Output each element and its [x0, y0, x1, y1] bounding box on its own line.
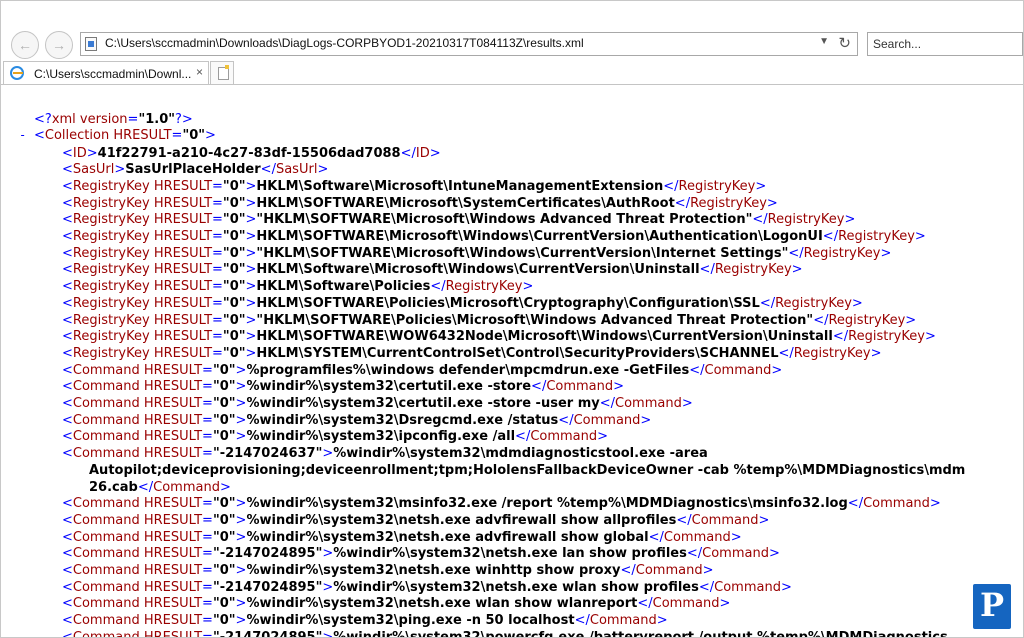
line-value: %windir%\system32\netsh.exe wlan show pr…	[333, 579, 699, 595]
tab-strip: C:\Users\sccmadmin\Downl... ×	[1, 61, 1023, 85]
xml-line: <RegistryKey HRESULT="0">HKLM\SOFTWARE\M…	[62, 195, 778, 211]
line-value: %windir%\system32\netsh.exe winhttp show…	[246, 563, 621, 578]
refresh-icon[interactable]: ↻	[838, 34, 851, 52]
line-value: HKLM\SOFTWARE\Policies\Microsoft\Cryptog…	[256, 295, 760, 311]
line-value: HKLM\SOFTWARE\WOW6432Node\Microsoft\Wind…	[256, 329, 833, 345]
line-value: HKLM\Software\Microsoft\IntuneManagement…	[256, 178, 664, 194]
line-value: "HKLM\SOFTWARE\Microsoft\Windows\Current…	[256, 245, 789, 261]
xml-line: <RegistryKey HRESULT="0">HKLM\Software\M…	[62, 178, 767, 194]
xml-line: <ID>41f22791-a210-4c27-83df-15506dad7088…	[62, 145, 441, 161]
line-value: %programfiles%\windows defender\mpcmdrun…	[246, 362, 690, 378]
xml-line: <RegistryKey HRESULT="0">"HKLM\SOFTWARE\…	[62, 245, 892, 261]
xml-line: <Command HRESULT="0">%windir%\system32\n…	[62, 529, 742, 545]
xml-line: <Command HRESULT="0">%windir%\system32\i…	[62, 429, 609, 445]
tab-results-xml[interactable]: C:\Users\sccmadmin\Downl... ×	[3, 61, 209, 85]
page-icon	[85, 37, 97, 51]
forward-button[interactable]: →	[45, 31, 73, 59]
line-value: %windir%\system32\ping.exe -n 50 localho…	[246, 613, 575, 629]
xml-line: <RegistryKey HRESULT="0">HKLM\SOFTWARE\M…	[62, 229, 926, 244]
line-value: Autopilot;deviceprovisioning;deviceenrol…	[89, 462, 966, 478]
xml-line: 26.cab</Command>	[89, 479, 231, 495]
line-value: HKLM\SOFTWARE\Microsoft\SystemCertificat…	[256, 195, 675, 211]
browser-window: ← → C:\Users\sccmadmin\Downloads\DiagLog…	[0, 0, 1024, 638]
xml-declaration: <?xml version="1.0"?>	[34, 112, 193, 127]
xml-line: <Command HRESULT="-2147024895">%windir%\…	[62, 546, 780, 562]
xml-line: <RegistryKey HRESULT="0">"HKLM\SOFTWARE\…	[62, 212, 856, 228]
line-value: %windir%\system32\mdmdiagnosticstool.exe…	[333, 446, 708, 462]
prajwal-logo-icon: P	[973, 584, 1011, 629]
xml-line: <Command HRESULT="0">%programfiles%\wind…	[62, 362, 783, 378]
line-value: 41f22791-a210-4c27-83df-15506dad7088	[97, 145, 401, 161]
xml-line: <RegistryKey HRESULT="0">HKLM\Software\M…	[62, 262, 803, 278]
line-value: %windir%\system32\ipconfig.exe /all	[246, 429, 516, 445]
xml-line: <RegistryKey HRESULT="0">HKLM\SYSTEM\Cur…	[62, 345, 882, 361]
back-button[interactable]: ←	[11, 31, 39, 59]
ie-icon	[10, 66, 24, 80]
navigation-bar: ← → C:\Users\sccmadmin\Downloads\DiagLog…	[1, 1, 1023, 61]
xml-viewer: <?xml version="1.0"?> - <Collection HRESUL…	[1, 85, 1023, 637]
line-value: SasUrlPlaceHolder	[125, 162, 261, 178]
collapse-toggle[interactable]: -	[19, 128, 26, 142]
xml-line: <Command HRESULT="0">%windir%\system32\n…	[62, 596, 731, 612]
line-value: %windir%\system32\netsh.exe wlan show wl…	[246, 596, 638, 612]
xml-line: <RegistryKey HRESULT="0">HKLM\SOFTWARE\P…	[62, 295, 863, 311]
xml-line: <RegistryKey HRESULT="0">HKLM\SOFTWARE\W…	[62, 329, 936, 345]
line-value: HKLM\Software\Policies	[256, 279, 431, 295]
xml-line: Autopilot;deviceprovisioning;deviceenrol…	[89, 463, 965, 480]
line-value: %windir%\system32\netsh.exe advfirewall …	[246, 529, 649, 545]
line-value: %windir%\system32\msinfo32.exe /report %…	[246, 496, 848, 512]
xml-line: <SasUrl>SasUrlPlaceHolder</SasUrl>	[62, 162, 329, 178]
line-value: %windir%\system32\netsh.exe lan show pro…	[333, 546, 687, 562]
line-value: %windir%\system32\netsh.exe advfirewall …	[246, 512, 677, 528]
address-bar[interactable]: C:\Users\sccmadmin\Downloads\DiagLogs-CO…	[80, 32, 858, 56]
back-arrow-icon: ←	[18, 37, 32, 53]
line-value: "HKLM\SOFTWARE\Policies\Microsoft\Window…	[256, 312, 814, 328]
xml-line: <Command HRESULT="0">%windir%\system32\n…	[62, 563, 714, 578]
xml-line: <RegistryKey HRESULT="0">"HKLM\SOFTWARE\…	[62, 312, 917, 328]
xml-line: <Command HRESULT="-2147024895">%windir%\…	[62, 630, 948, 637]
xml-line: <Command HRESULT="-2147024637">%windir%\…	[62, 446, 708, 462]
tab-title: C:\Users\sccmadmin\Downl...	[34, 67, 192, 81]
line-value: HKLM\SYSTEM\CurrentControlSet\Control\Se…	[256, 345, 779, 361]
xml-line: <Command HRESULT="0">%windir%\system32\c…	[62, 396, 693, 411]
line-value: "HKLM\SOFTWARE\Microsoft\Windows Advance…	[256, 212, 753, 228]
line-value: HKLM\SOFTWARE\Microsoft\Windows\CurrentV…	[256, 229, 823, 244]
xml-line: <Command HRESULT="0">%windir%\system32\c…	[62, 379, 625, 395]
line-value: HKLM\Software\Microsoft\Windows\CurrentV…	[256, 262, 700, 278]
chevron-down-icon[interactable]: ▼	[819, 36, 829, 47]
xml-line: <Command HRESULT="-2147024895">%windir%\…	[62, 579, 792, 595]
address-text[interactable]: C:\Users\sccmadmin\Downloads\DiagLogs-CO…	[105, 36, 584, 50]
xml-line: <Command HRESULT="0">%windir%\system32\D…	[62, 412, 652, 428]
search-input[interactable]: Search...	[867, 32, 1023, 56]
forward-arrow-icon: →	[52, 37, 66, 53]
line-value: 26.cab	[89, 479, 138, 495]
line-value: %windir%\system32\powercfg.exe /batteryr…	[333, 630, 947, 637]
xml-line: <Command HRESULT="0">%windir%\system32\p…	[62, 613, 668, 629]
close-icon[interactable]: ×	[196, 65, 203, 79]
search-placeholder: Search...	[873, 37, 922, 51]
new-tab-button[interactable]	[210, 61, 234, 85]
xml-line: <RegistryKey HRESULT="0">HKLM\Software\P…	[62, 279, 534, 295]
line-value: %windir%\system32\Dsregcmd.exe /status	[246, 412, 559, 428]
line-value: %windir%\system32\certutil.exe -store	[246, 379, 532, 395]
collection-open-tag: <Collection HRESULT="0">	[34, 128, 216, 143]
xml-line: <Command HRESULT="0">%windir%\system32\m…	[62, 496, 941, 512]
line-value: %windir%\system32\certutil.exe -store -u…	[246, 396, 600, 411]
xml-line: <Command HRESULT="0">%windir%\system32\n…	[62, 512, 770, 528]
